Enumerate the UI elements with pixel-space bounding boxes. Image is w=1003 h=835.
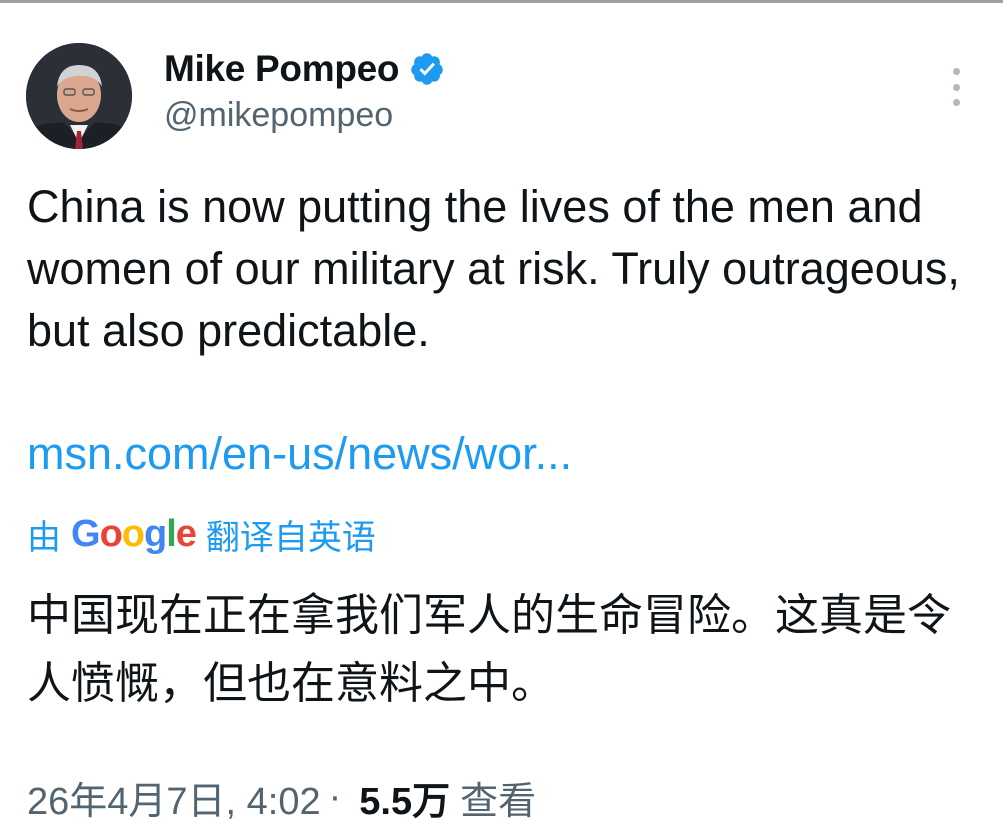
- author-display-name[interactable]: Mike Pompeo: [164, 48, 400, 90]
- views-label: 查看: [460, 781, 537, 823]
- views-count: 5.5万: [359, 781, 451, 823]
- author-name-row: Mike Pompeo: [164, 48, 445, 90]
- translated-text: 中国现在正在拿我们军人的生命冒险。这真是令人愤慨，但也在意料之中。: [27, 591, 951, 708]
- verified-badge-icon[interactable]: [409, 51, 445, 87]
- author-handle[interactable]: @mikepompeo: [164, 96, 445, 135]
- tweet-link[interactable]: msn.com/en-us/news/wor...: [27, 428, 572, 480]
- translated-by-google-link[interactable]: 由 Google 翻译自英语: [27, 510, 376, 559]
- more-dot: [952, 99, 960, 106]
- google-logo: Google: [71, 513, 197, 555]
- top-divider: [0, 0, 1003, 3]
- avatar-image: [26, 43, 132, 149]
- timestamp[interactable]: 26年4月7日, 4:02: [27, 770, 321, 825]
- author-block: Mike Pompeo @mikepompeo: [164, 48, 445, 135]
- translate-prefix: 由: [27, 519, 61, 557]
- tweet-text: China is now putting the lives of the me…: [27, 181, 960, 356]
- more-options-icon[interactable]: [944, 68, 968, 106]
- more-dot: [952, 68, 960, 75]
- tweet-meta: 26年4月7日, 4:02 · 5.5万 查看: [27, 770, 536, 825]
- translate-suffix: 翻译自英语: [205, 519, 376, 557]
- avatar[interactable]: [26, 43, 132, 149]
- more-dot: [952, 83, 960, 91]
- meta-separator: ·: [328, 776, 342, 818]
